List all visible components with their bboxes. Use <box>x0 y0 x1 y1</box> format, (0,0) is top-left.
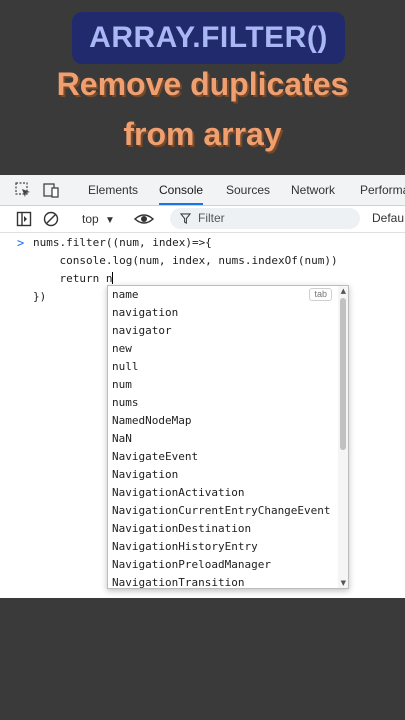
text-caret <box>112 272 114 284</box>
devtools-panel: Elements Console Sources Network Perform… <box>0 175 405 598</box>
filter-placeholder: Filter <box>198 211 225 225</box>
scrollbar-thumb[interactable] <box>340 298 346 450</box>
console-output[interactable]: > nums.filter((num, index)=>{ console.lo… <box>0 233 405 598</box>
subtitle-line-2: from array <box>123 116 282 152</box>
console-prompt: > <box>17 236 25 250</box>
subtitle-line-1: Remove duplicates <box>56 66 349 102</box>
device-toolbar-icon[interactable] <box>43 182 59 198</box>
autocomplete-item[interactable]: Navigation <box>108 466 336 484</box>
tab-sources[interactable]: Sources <box>226 175 270 205</box>
log-levels-dropdown[interactable]: Defau <box>372 211 404 225</box>
autocomplete-item[interactable]: NavigationDestination <box>108 520 336 538</box>
console-toolbar: top ▼ Filter Defau <box>0 206 405 233</box>
code-line-3: return n <box>33 272 114 286</box>
autocomplete-item-label: name <box>112 288 139 301</box>
context-selector[interactable]: top ▼ <box>82 209 115 229</box>
autocomplete-item[interactable]: nums <box>108 394 336 412</box>
autocomplete-item[interactable]: navigator <box>108 322 336 340</box>
autocomplete-item[interactable]: navigation <box>108 304 336 322</box>
autocomplete-scrollbar[interactable]: ▲ ▼ <box>338 286 348 588</box>
autocomplete-item[interactable]: NamedNodeMap <box>108 412 336 430</box>
video-bottom-area <box>0 598 405 720</box>
code-line-4: }) <box>33 290 47 303</box>
code-line-3-text: return n <box>33 272 113 285</box>
tab-elements[interactable]: Elements <box>88 175 138 205</box>
autocomplete-item[interactable]: NavigateEvent <box>108 448 336 466</box>
devtools-tabbar: Elements Console Sources Network Perform… <box>0 175 405 206</box>
tab-network[interactable]: Network <box>291 175 335 205</box>
autocomplete-item[interactable]: NavigationHistoryEntry <box>108 538 336 556</box>
autocomplete-item[interactable]: null <box>108 358 336 376</box>
code-line-1: nums.filter((num, index)=>{ <box>33 236 212 249</box>
scroll-down-arrow-icon[interactable]: ▼ <box>341 579 346 587</box>
autocomplete-item[interactable]: NavigationActivation <box>108 484 336 502</box>
inspect-element-icon[interactable] <box>15 182 31 198</box>
autocomplete-item[interactable]: name tab <box>108 286 336 304</box>
autocomplete-item[interactable]: num <box>108 376 336 394</box>
autocomplete-item[interactable]: NaN <box>108 430 336 448</box>
clear-console-icon[interactable] <box>43 211 59 227</box>
video-top-banner: ARRAY.FILTER() Remove duplicates from ar… <box>0 0 405 175</box>
title-badge: ARRAY.FILTER() <box>72 12 345 64</box>
autocomplete-item[interactable]: NavigationPreloadManager <box>108 556 336 574</box>
title-text: ARRAY.FILTER() <box>89 21 328 54</box>
context-label: top <box>82 212 99 226</box>
code-line-2: console.log(num, index, nums.indexOf(num… <box>33 254 338 267</box>
tab-console[interactable]: Console <box>159 175 204 205</box>
autocomplete-item[interactable]: new <box>108 340 336 358</box>
chevron-down-icon: ▼ <box>105 215 115 226</box>
filter-input[interactable]: Filter <box>170 208 360 229</box>
scroll-up-arrow-icon[interactable]: ▲ <box>341 287 346 295</box>
autocomplete-item[interactable]: NavigationTransition <box>108 574 336 588</box>
autocomplete-popup: name tab navigation navigator new null n… <box>107 285 349 589</box>
sidebar-toggle-icon[interactable] <box>16 211 32 227</box>
filter-icon <box>180 213 191 224</box>
tab-hint-badge: tab <box>309 288 332 301</box>
live-expression-eye-icon[interactable] <box>134 210 154 228</box>
autocomplete-item[interactable]: NavigationCurrentEntryChangeEvent <box>108 502 336 520</box>
tab-performance[interactable]: Performa <box>360 175 405 205</box>
